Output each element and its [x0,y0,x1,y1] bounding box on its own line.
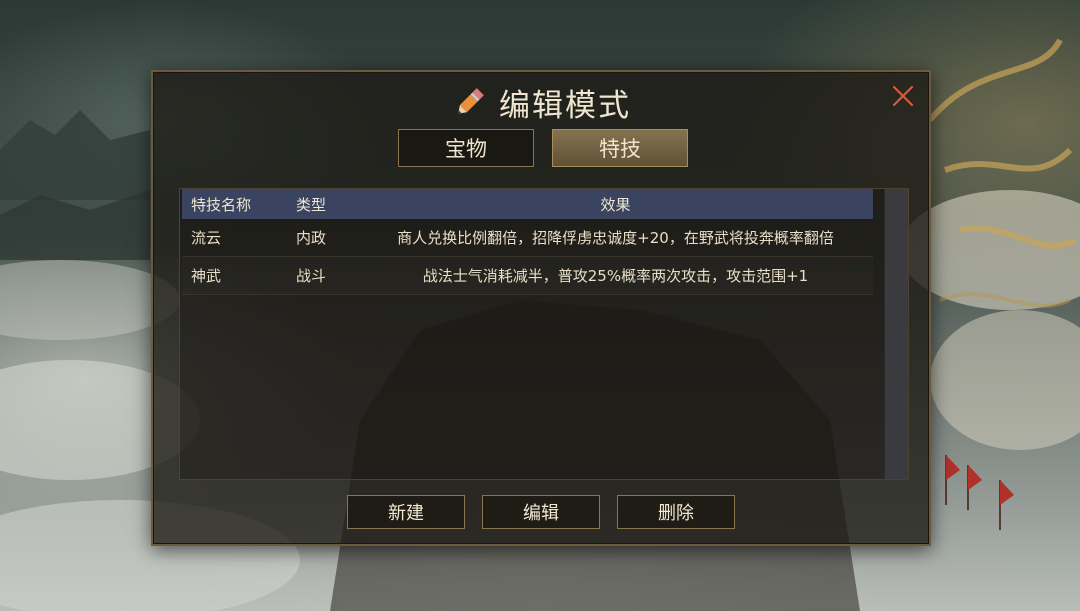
header-effect: 效果 [600,195,631,214]
tab-skill[interactable]: 特技 [552,129,688,167]
close-icon[interactable] [891,84,915,108]
pencil-icon [458,87,484,114]
header-skill-name: 特技名称 [191,195,252,214]
cell-skill-name: 流云 [191,229,222,247]
header-type: 类型 [296,195,327,214]
tab-treasure[interactable]: 宝物 [398,129,534,167]
category-tabs: 宝物 特技 [398,129,688,167]
edit-button[interactable]: 编辑 [482,495,600,529]
table-header: 特技名称 类型 效果 [182,189,873,219]
cell-effect: 商人兑换比例翻倍，招降俘虏忠诚度+20，在野武将投奔概率翻倍 [397,229,834,247]
new-button[interactable]: 新建 [347,495,465,529]
table-scrollbar[interactable] [884,189,908,479]
table-row[interactable]: 流云 内政 商人兑换比例翻倍，招降俘虏忠诚度+20，在野武将投奔概率翻倍 [182,219,873,257]
cell-effect: 战法士气消耗减半，普攻25%概率两次攻击，攻击范围+1 [422,267,809,285]
dialog-title: 编辑模式 [499,88,631,124]
skill-table: 特技名称 类型 效果 流云 内政 商人兑换比例翻倍，招降俘虏忠诚度+20，在野武… [182,189,873,295]
edit-mode-dialog: 编辑模式 宝物 特技 特技名称 类型 效果 流云 内政 商人兑换比例翻倍，招降俘… [151,70,931,546]
cell-type: 内政 [296,229,327,247]
action-buttons: 新建 编辑 删除 [347,495,735,529]
skill-table-panel: 特技名称 类型 效果 流云 内政 商人兑换比例翻倍，招降俘虏忠诚度+20，在野武… [179,188,909,480]
cell-skill-name: 神武 [191,267,222,285]
cell-type: 战斗 [296,267,327,285]
delete-button[interactable]: 删除 [617,495,735,529]
dialog-title-bar: 编辑模式 [153,80,929,125]
table-row[interactable]: 神武 战斗 战法士气消耗减半，普攻25%概率两次攻击，攻击范围+1 [182,257,873,295]
